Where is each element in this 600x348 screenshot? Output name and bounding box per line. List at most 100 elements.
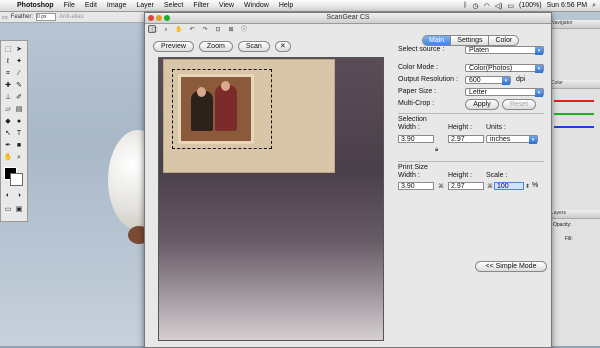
path-select-icon[interactable]: ↖	[3, 129, 13, 139]
scale-input[interactable]: 100	[494, 182, 524, 190]
simple-mode-button[interactable]: << Simple Mode	[475, 261, 547, 272]
move-icon[interactable]: ➤	[14, 45, 24, 55]
link-icon-2[interactable]: ⌘	[487, 182, 493, 192]
pen-icon[interactable]: ✒	[3, 141, 13, 151]
scale-label: Scale :	[486, 172, 508, 179]
color-slider-blue[interactable]	[554, 126, 594, 128]
select-source-dropdown[interactable]: Platen ▾	[465, 46, 544, 55]
marquee-tool-icon[interactable]: ▭	[2, 14, 8, 21]
crop-selection-marquee[interactable]	[172, 69, 272, 149]
color-mode-dropdown[interactable]: Color(Photos) ▾	[465, 64, 544, 73]
window-minimize-icon[interactable]	[156, 15, 162, 21]
window-titlebar[interactable]: ScanGear CS	[145, 13, 551, 24]
selection-height-label: Height :	[448, 124, 473, 131]
eraser-icon[interactable]: ▱	[3, 105, 13, 115]
tab-color[interactable]: Color	[489, 36, 519, 45]
auto-crop-icon[interactable]: ⊡	[213, 25, 223, 35]
shape-icon[interactable]: ■	[14, 141, 24, 151]
window-close-icon[interactable]	[148, 15, 154, 21]
photoshop-palettes: Navigator Color Layers Opacity: Fill:	[550, 20, 600, 346]
screen-mode-icon[interactable]: ▭	[3, 205, 13, 215]
window-zoom-icon[interactable]	[164, 15, 170, 21]
preview-button[interactable]: Preview	[153, 41, 194, 52]
magic-wand-icon[interactable]: ✦	[14, 57, 24, 67]
aspect-lock-icon[interactable]: 🔒︎	[435, 147, 438, 154]
brush-icon[interactable]: ✎	[14, 81, 24, 91]
selection-width-input[interactable]: 3.90	[398, 135, 434, 143]
background-color-swatch[interactable]	[10, 173, 23, 186]
divider	[398, 113, 544, 114]
crop-tool-icon[interactable]: ⬚	[148, 25, 158, 33]
rotate-right-icon[interactable]: ↷	[200, 25, 210, 35]
menubar-clock[interactable]: Sun 6:56 PM	[547, 2, 587, 9]
screen-mode-full-icon[interactable]: ▣	[14, 205, 24, 215]
palette-layers-header[interactable]: Layers	[551, 210, 600, 219]
print-height-input[interactable]: 2.97	[448, 182, 484, 190]
apply-button[interactable]: Apply	[465, 99, 499, 110]
output-resolution-row: Output Resolution : 600 ▾ dpi	[398, 75, 544, 85]
gradient-icon[interactable]: ▤	[14, 105, 24, 115]
blur-icon[interactable]: ◆	[3, 117, 13, 127]
output-resolution-value: 600	[469, 77, 481, 84]
select-source-row: Select source : Platen ▾	[398, 45, 544, 55]
type-icon[interactable]: T	[14, 129, 24, 139]
quick-mask-icon[interactable]: ◐	[3, 191, 13, 201]
units-dropdown[interactable]: inches ▾	[486, 135, 538, 144]
menu-select[interactable]: Select	[159, 2, 188, 9]
feather-field[interactable]: 0 px	[36, 13, 57, 21]
print-width-input[interactable]: 3.90	[398, 182, 434, 190]
magnify-icon[interactable]: ⌕	[161, 25, 171, 35]
menu-filter[interactable]: Filter	[188, 2, 214, 9]
menu-window[interactable]: Window	[239, 2, 274, 9]
tab-main[interactable]: Main	[423, 36, 452, 45]
color-slider-green[interactable]	[554, 113, 594, 115]
healing-icon[interactable]: ✚	[3, 81, 13, 91]
clear-crop-icon[interactable]: ⊠	[226, 25, 236, 35]
bluetooth-icon[interactable]: ᛒ	[463, 2, 467, 9]
antialias-label[interactable]: Anti-alias	[59, 14, 84, 20]
crop-icon[interactable]: ⌗	[3, 69, 13, 79]
menu-photoshop[interactable]: Photoshop	[12, 2, 59, 9]
sync-icon[interactable]: ◷	[472, 2, 478, 10]
slice-icon[interactable]: ⁄	[14, 69, 24, 79]
hand-tool-icon[interactable]: ✋	[174, 25, 184, 35]
dodge-icon[interactable]: ●	[14, 117, 24, 127]
link-icon[interactable]: ⌘	[438, 182, 444, 192]
zoom-icon[interactable]: ⌕	[14, 153, 24, 163]
photoshop-toolbox: ⬚ ➤ ℓ ✦ ⌗ ⁄ ✚ ✎ ⊥ ✐ ▱ ▤ ◆ ● ↖ T ✒ ■ ✋ ⌕ …	[0, 40, 28, 222]
paper-size-dropdown[interactable]: Letter ▾	[465, 88, 544, 97]
palette-navigator-header[interactable]: Navigator	[551, 20, 600, 29]
palette-color-header[interactable]: Color	[551, 80, 600, 89]
lasso-icon[interactable]: ℓ	[3, 57, 13, 67]
print-size-values-row: 3.90 ⌘ 2.97 ⌘ 100 ⬍ %	[398, 181, 544, 191]
output-resolution-combo[interactable]: 600 ▾	[465, 76, 511, 85]
wifi-icon[interactable]: ◠	[484, 2, 490, 10]
history-brush-icon[interactable]: ✐	[14, 93, 24, 103]
menu-image[interactable]: Image	[102, 2, 131, 9]
hand-icon[interactable]: ✋	[3, 153, 13, 163]
zoom-button[interactable]: Zoom	[198, 41, 233, 52]
menu-help[interactable]: Help	[274, 2, 298, 9]
battery-icon[interactable]: ▭	[507, 2, 514, 10]
tab-settings[interactable]: Settings	[451, 36, 490, 45]
menu-view[interactable]: View	[214, 2, 239, 9]
quick-mask-on-icon[interactable]: ◑	[14, 191, 24, 201]
scan-button[interactable]: Scan	[237, 41, 270, 52]
paper-size-row: Paper Size : Letter ▾	[398, 87, 544, 97]
menu-layer[interactable]: Layer	[131, 2, 159, 9]
cancel-icon[interactable]: ✕	[274, 41, 291, 52]
stamp-icon[interactable]: ⊥	[3, 93, 13, 103]
reset-button[interactable]: Reset	[502, 99, 536, 110]
volume-icon[interactable]: ◁)	[495, 2, 503, 10]
spotlight-icon[interactable]: ⌕	[592, 2, 596, 10]
scale-stepper-icon[interactable]: ⬍	[525, 182, 530, 192]
color-mode-value: Color(Photos)	[469, 65, 513, 72]
rotate-left-icon[interactable]: ↶	[187, 25, 197, 35]
color-slider-red[interactable]	[554, 100, 594, 102]
menu-file[interactable]: File	[59, 2, 80, 9]
marquee-icon[interactable]: ⬚	[3, 45, 13, 55]
print-width-label: Width :	[398, 172, 420, 179]
selection-height-input[interactable]: 2.97	[448, 135, 484, 143]
menu-edit[interactable]: Edit	[80, 2, 102, 9]
info-icon[interactable]: ⓘ	[239, 25, 249, 35]
